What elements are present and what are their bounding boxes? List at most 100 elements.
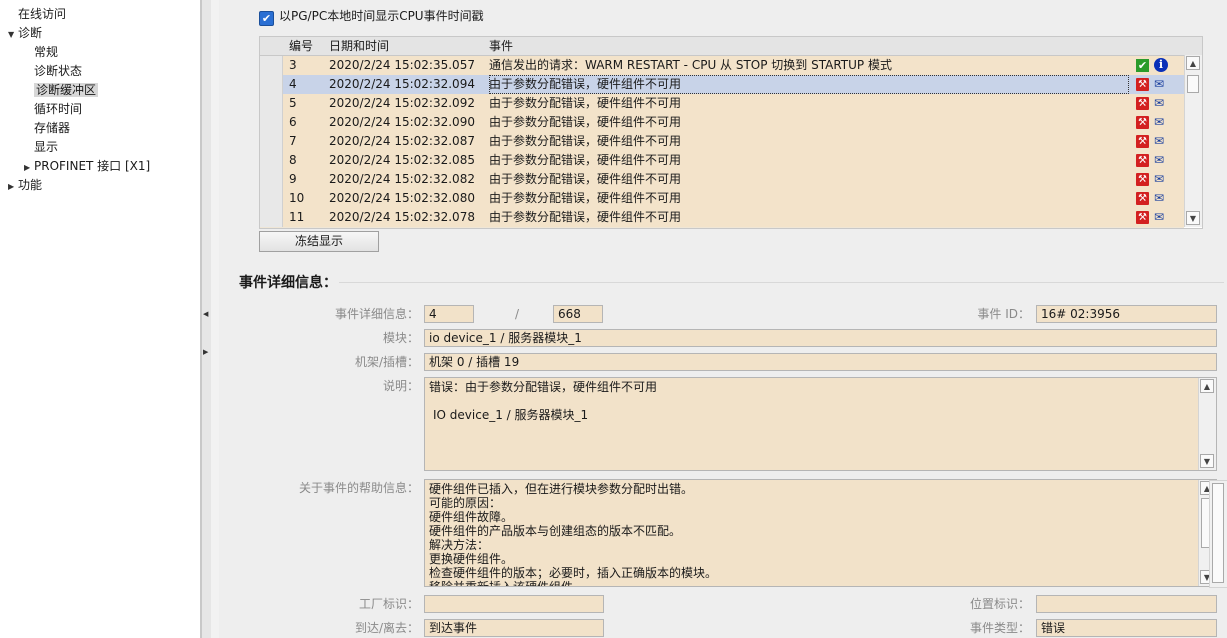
nav-item-5[interactable]: 循环时间 (24, 100, 82, 119)
diagnostic-buffer-panel: ✔ 以PG/PC本地时间显示CPU事件时间戳 编号 日期和时间 事件 3 2020/… (219, 0, 1227, 638)
panel-scrollbar[interactable] (1209, 480, 1227, 588)
show-pgpc-time-option[interactable]: ✔ 以PG/PC本地时间显示CPU事件时间戳 (259, 8, 484, 26)
module-label: 模块： (382, 331, 419, 345)
cell-number: 3 (289, 58, 297, 72)
cell-number: 8 (289, 153, 297, 167)
nav-item-label: 诊断 (18, 26, 43, 40)
text-line: 硬件组件故障。 (429, 510, 514, 524)
nav-item-label: 存储器 (34, 121, 71, 135)
description-scrollbar[interactable]: ▲ ▼ (1198, 378, 1216, 470)
cell-number: 4 (289, 77, 297, 91)
table-row[interactable]: 9 2020/2/24 15:02:32.082 由于参数分配错误，硬件组件不可用 ⚒… (260, 170, 1184, 190)
table-row[interactable]: 8 2020/2/24 15:02:32.085 由于参数分配错误，硬件组件不可用 ⚒… (260, 151, 1184, 171)
arrive-leave-label: 到达/离去： (354, 621, 419, 635)
scroll-down-icon[interactable]: ▼ (1186, 211, 1200, 225)
plant-id-label: 工厂标识： (358, 597, 419, 611)
collapse-left-icon[interactable]: ◀ (203, 310, 208, 318)
nav-item-label: 循环时间 (34, 102, 83, 116)
table-row[interactable]: 4 2020/2/24 15:02:32.094 由于参数分配错误，硬件组件不可用 ⚒… (260, 75, 1184, 95)
table-row[interactable]: 5 2020/2/24 15:02:32.092 由于参数分配错误，硬件组件不可用 ⚒… (260, 94, 1184, 114)
description-label: 说明： (382, 379, 419, 393)
nav-item-label: 诊断缓冲区 (34, 83, 99, 97)
pane-gutter (211, 0, 219, 638)
cell-datetime: 2020/2/24 15:02:32.090 (329, 115, 475, 129)
incoming-event-icon: ✉ (1154, 172, 1165, 186)
event-table: 编号 日期和时间 事件 3 2020/2/24 15:02:35.057 通信发出的… (259, 36, 1203, 229)
row-header[interactable] (260, 94, 283, 113)
error-wrench-icon: ⚒ (1136, 78, 1149, 91)
nav-item-6[interactable]: 存储器 (24, 119, 70, 138)
row-header[interactable] (260, 170, 283, 189)
nav-item-label: 功能 (18, 178, 43, 192)
text-line: 硬件组件已插入，但在进行模块参数分配时出错。 (429, 482, 694, 496)
expand-right-icon[interactable]: ▶ (203, 348, 208, 356)
cell-number: 10 (289, 191, 305, 205)
column-header-datetime[interactable]: 日期和时间 (329, 37, 389, 55)
cell-number: 9 (289, 172, 297, 186)
cell-event: 由于参数分配错误，硬件组件不可用 (489, 75, 1129, 94)
location-id-field (1036, 595, 1217, 613)
cell-datetime: 2020/2/24 15:02:32.087 (329, 134, 475, 148)
collapsed-arrow-icon[interactable]: ▶ (8, 177, 18, 196)
nav-item-9[interactable]: ▶ 功能 (8, 176, 42, 195)
error-wrench-icon: ⚒ (1136, 135, 1149, 148)
nav-item-3[interactable]: 诊断状态 (24, 62, 82, 81)
nav-item-2[interactable]: 常规 (24, 43, 58, 62)
text-line: IO device_1 / 服务器模块_1 (433, 408, 589, 422)
row-header[interactable] (260, 56, 283, 75)
text-line: 更换硬件组件。 (429, 552, 514, 566)
nav-item-label: 显示 (34, 140, 59, 154)
incoming-event-icon: ✉ (1154, 134, 1165, 148)
nav-item-7[interactable]: 显示 (24, 138, 58, 157)
cell-datetime: 2020/2/24 15:02:32.078 (329, 210, 475, 224)
nav-item-8[interactable]: ▶ PROFINET 接口 [X1] (24, 157, 150, 176)
row-header[interactable] (260, 113, 283, 132)
checkbox-checked-icon[interactable]: ✔ (259, 11, 274, 26)
table-scrollbar[interactable]: ▲ ▼ (1184, 55, 1202, 227)
nav-item-1[interactable]: ▼ 诊断 (8, 24, 42, 43)
row-header[interactable] (260, 208, 283, 227)
collapsed-arrow-icon[interactable]: ▶ (24, 158, 34, 177)
nav-item-0[interactable]: 在线访问 (8, 5, 66, 24)
nav-item-label: 在线访问 (18, 7, 67, 21)
incoming-event-icon: ✉ (1154, 210, 1165, 224)
error-wrench-icon: ⚒ (1136, 116, 1149, 129)
info-icon: i (1154, 58, 1168, 72)
cell-datetime: 2020/2/24 15:02:32.082 (329, 172, 475, 186)
event-index-field[interactable]: 4 (424, 305, 474, 323)
incoming-event-icon: ✉ (1154, 77, 1165, 91)
row-header[interactable] (260, 132, 283, 151)
navigation-tree: 在线访问 ▼ 诊断 常规 诊断状态 诊断缓冲区 循环时间 存储器 显示 ▶ PROFINET 接口 … (0, 0, 201, 638)
table-row[interactable]: 3 2020/2/24 15:02:35.057 通信发出的请求：WARM REST… (260, 56, 1184, 76)
error-wrench-icon: ⚒ (1136, 97, 1149, 110)
scroll-thumb[interactable] (1212, 483, 1224, 583)
error-wrench-icon: ⚒ (1136, 211, 1149, 224)
scroll-up-icon[interactable]: ▲ (1200, 379, 1214, 393)
event-details-title: 事件详细信息： (239, 275, 337, 291)
nav-item-4[interactable]: 诊断缓冲区 (24, 81, 99, 100)
table-row[interactable]: 11 2020/2/24 15:02:32.078 由于参数分配错误，硬件组件不可用… (260, 208, 1184, 228)
cell-event: 通信发出的请求：WARM RESTART - CPU 从 STOP 切换到 ST… (489, 58, 892, 72)
event-type-field: 错误 (1036, 619, 1217, 637)
row-header[interactable] (260, 189, 283, 208)
table-row[interactable]: 7 2020/2/24 15:02:32.087 由于参数分配错误，硬件组件不可用 ⚒… (260, 132, 1184, 152)
scroll-up-icon[interactable]: ▲ (1186, 56, 1200, 70)
incoming-event-icon: ✉ (1154, 153, 1165, 167)
scroll-thumb[interactable] (1187, 75, 1199, 93)
table-row[interactable]: 6 2020/2/24 15:02:32.090 由于参数分配错误，硬件组件不可用 ⚒… (260, 113, 1184, 133)
table-row[interactable]: 10 2020/2/24 15:02:32.080 由于参数分配错误，硬件组件不可用… (260, 189, 1184, 209)
column-header-number[interactable]: 编号 (289, 37, 313, 55)
scroll-down-icon[interactable]: ▼ (1200, 454, 1214, 468)
cell-number: 5 (289, 96, 297, 110)
row-header[interactable] (260, 75, 283, 94)
freeze-display-button[interactable]: 冻结显示 (259, 231, 379, 252)
expanded-arrow-icon[interactable]: ▼ (8, 25, 18, 44)
event-detail-label: 事件详细信息： (334, 307, 419, 321)
event-type-label: 事件类型： (969, 621, 1030, 635)
column-header-event[interactable]: 事件 (489, 37, 513, 55)
cell-datetime: 2020/2/24 15:02:32.085 (329, 153, 475, 167)
row-header[interactable] (260, 151, 283, 170)
event-id-label: 事件 ID： (977, 307, 1030, 321)
plant-id-field (424, 595, 604, 613)
text-line: 检查硬件组件的版本；必要时，插入正确版本的模块。 (429, 566, 718, 580)
